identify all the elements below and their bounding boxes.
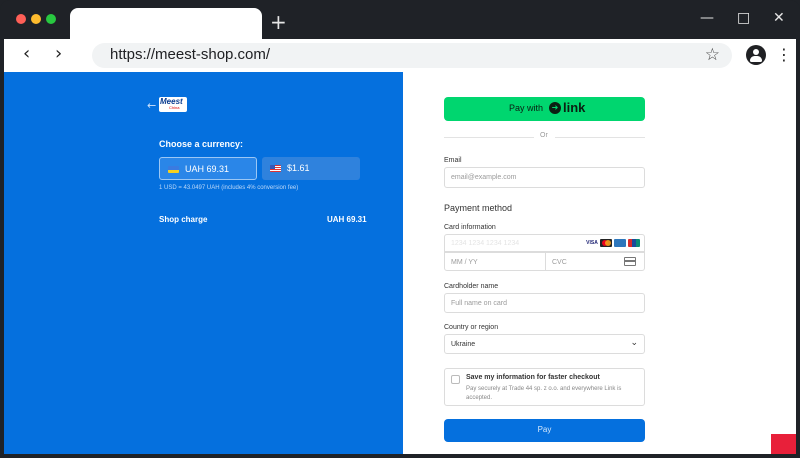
back-arrow-icon[interactable]: ‹: [23, 44, 30, 64]
pay-with-link-button[interactable]: Pay with ➜ link: [444, 97, 645, 121]
merchant-logo[interactable]: Meest China: [159, 97, 187, 112]
minimize-window-icon[interactable]: [31, 14, 41, 24]
pay-button[interactable]: Pay: [444, 419, 645, 442]
save-info-description: Pay securely at Trade 44 sp. z o.o. and …: [466, 386, 622, 401]
currency-heading: Choose a currency:: [159, 139, 244, 149]
save-info-title: Save my information for faster checkout: [466, 374, 600, 381]
save-info-option[interactable]: Save my information for faster checkout …: [444, 368, 645, 406]
email-label: Email: [444, 157, 462, 164]
expiry-input[interactable]: MM / YY: [451, 259, 478, 266]
browser-tab[interactable]: [70, 8, 262, 39]
currency-option-label: UAH 69.31: [185, 164, 230, 174]
country-label: Country or region: [444, 324, 499, 331]
address-bar: ‹ › https://meest-shop.com/ ☆ ⋮: [4, 39, 796, 72]
forward-arrow-icon[interactable]: ›: [55, 44, 62, 64]
visa-icon: VISA: [586, 239, 598, 247]
maximize-window-icon[interactable]: [46, 14, 56, 24]
url-field[interactable]: https://meest-shop.com/ ☆: [92, 43, 732, 68]
back-arrow-icon[interactable]: ←: [147, 99, 156, 112]
cvc-card-icon: [624, 257, 636, 266]
order-summary-pane: ← Meest China Choose a currency: UAH 69.…: [4, 72, 403, 454]
minimize-icon[interactable]: —: [700, 10, 714, 26]
page-content: ← Meest China Choose a currency: UAH 69.…: [4, 72, 796, 454]
currency-option-uah[interactable]: UAH 69.31: [159, 157, 257, 180]
charge-amount: UAH 69.31: [327, 215, 367, 224]
divider: [545, 253, 546, 270]
chevron-down-icon: ⌄: [630, 338, 638, 348]
save-info-checkbox[interactable]: [451, 375, 460, 384]
conversion-rate-note: 1 USD = 43.0497 UAH (includes 4% convers…: [159, 185, 299, 191]
or-separator: Or: [540, 132, 548, 139]
cardholder-name-input[interactable]: Full name on card: [444, 293, 645, 313]
amex-icon: [614, 239, 626, 247]
us-flag-icon: [270, 165, 281, 172]
url-text: https://meest-shop.com/: [110, 46, 271, 63]
mastercard-icon: [600, 239, 612, 247]
card-expiry-cvc-row: MM / YY CVC: [444, 252, 645, 271]
new-tab-button[interactable]: +: [270, 12, 287, 32]
unionpay-icon: [628, 239, 640, 247]
cvc-input[interactable]: CVC: [552, 259, 567, 266]
divider: [444, 137, 534, 138]
close-window-icon[interactable]: [16, 14, 26, 24]
currency-option-usd[interactable]: $1.61: [262, 157, 360, 180]
payment-method-heading: Payment method: [444, 203, 513, 213]
charge-label: Shop charge: [159, 215, 208, 224]
profile-avatar-icon[interactable]: [746, 45, 766, 65]
card-info-label: Card information: [444, 224, 496, 231]
more-menu-icon[interactable]: ⋮: [776, 45, 792, 64]
close-icon[interactable]: ✕: [773, 10, 785, 26]
card-number-input[interactable]: 1234 1234 1234 1234 VISA: [444, 234, 645, 252]
corner-widget[interactable]: [771, 434, 796, 454]
link-arrow-icon: ➜: [549, 102, 561, 114]
title-bar: + — □ ✕: [0, 0, 800, 39]
payment-form-pane: Pay with ➜ link Or Email email@example.c…: [403, 72, 796, 454]
ukraine-flag-icon: [168, 166, 179, 173]
cardholder-label: Cardholder name: [444, 283, 499, 290]
divider: [555, 137, 645, 138]
country-select[interactable]: Ukraine ⌄: [444, 334, 645, 354]
email-field[interactable]: email@example.com: [444, 167, 645, 188]
currency-option-label: $1.61: [287, 163, 310, 173]
restore-icon[interactable]: □: [737, 10, 750, 26]
browser-window: + — □ ✕ ‹ › https://meest-shop.com/ ☆ ⋮ …: [0, 0, 800, 458]
bookmark-star-icon[interactable]: ☆: [705, 45, 720, 65]
